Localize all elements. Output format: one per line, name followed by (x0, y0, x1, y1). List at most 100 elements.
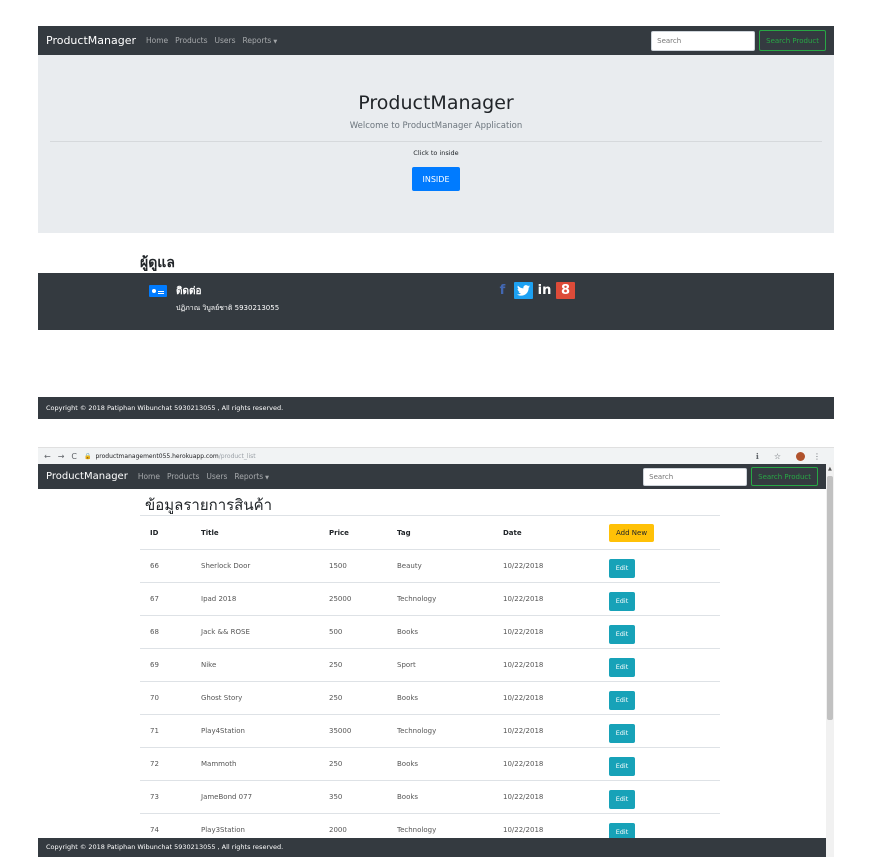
profile-avatar-icon[interactable] (796, 451, 805, 461)
cell-tag: Sport (387, 648, 493, 682)
nav-link-home[interactable]: Home (138, 472, 160, 481)
caret-down-icon: ▼ (273, 39, 278, 45)
cell-tag: Books (387, 780, 493, 814)
twitter-bird-glyph (517, 285, 530, 296)
contact-card-icon (149, 285, 167, 297)
edit-button[interactable]: Edit (609, 591, 635, 611)
table-header-row: ID Title Price Tag Date Add New (140, 515, 720, 550)
nav-link-reports[interactable]: Reports ▼ (234, 472, 269, 481)
contact-name: ปฏิภาณ วิบูลย์ชาติ 5930213055 (176, 304, 280, 312)
top-navbar: ProductManager Home Products Users Repor… (38, 26, 834, 55)
cell-id: 69 (140, 648, 191, 682)
cell-date: 10/22/2018 (493, 681, 599, 715)
cell-price: 1500 (319, 549, 387, 583)
copyright-bar: Copyright © 2018 Patiphan Wibunchat 5930… (38, 838, 826, 857)
edit-button[interactable]: Edit (609, 624, 635, 644)
scroll-up-arrow-icon[interactable]: ▲ (828, 466, 832, 472)
star-bookmark-icon[interactable]: ☆ (774, 452, 781, 461)
cell-tag: Technology (387, 582, 493, 616)
cell-price: 250 (319, 681, 387, 715)
cell-actions: Edit (599, 549, 720, 583)
nav-link-products[interactable]: Products (175, 36, 207, 45)
click-to-inside-text: Click to inside (413, 149, 459, 157)
cell-id: 73 (140, 780, 191, 814)
edit-button[interactable]: Edit (609, 690, 635, 710)
cell-title: Jack && ROSE (191, 615, 319, 649)
cell-tag: Books (387, 615, 493, 649)
table-row: 72 Mammoth 250 Books 10/22/2018 Edit (140, 747, 720, 781)
table-row: 69 Nike 250 Sport 10/22/2018 Edit (140, 648, 720, 682)
cell-actions: Edit (599, 615, 720, 649)
cell-actions: Edit (599, 681, 720, 715)
navbar-brand[interactable]: ProductManager (46, 471, 128, 482)
cell-id: 68 (140, 615, 191, 649)
scrollbar[interactable]: ▲ (826, 464, 834, 857)
product-table: ID Title Price Tag Date Add New 66 Sherlo… (140, 515, 720, 847)
cell-price: 500 (319, 615, 387, 649)
cell-tag: Beauty (387, 549, 493, 583)
cell-actions: Edit (599, 780, 720, 814)
edit-button[interactable]: Edit (609, 789, 635, 809)
header-price: Price (319, 515, 387, 550)
cell-date: 10/22/2018 (493, 747, 599, 781)
inside-button[interactable]: INSIDE (412, 167, 460, 191)
search-input[interactable] (651, 30, 756, 51)
cell-title: Mammoth (191, 747, 319, 781)
search-product-button[interactable]: Search Product (759, 30, 826, 51)
menu-dots-icon[interactable]: ⋮ (813, 452, 821, 461)
browser-actions: ℹ ☆ ⋮ (756, 451, 828, 461)
search-product-button[interactable]: Search Product (751, 467, 818, 486)
jumbotron-lead: Welcome to ProductManager Application (349, 121, 523, 131)
admin-heading: ผู้ดูแล (140, 255, 175, 271)
cell-tag: Books (387, 747, 493, 781)
nav-link-users[interactable]: Users (215, 36, 236, 45)
cell-tag: Technology (387, 714, 493, 748)
edit-button[interactable]: Edit (609, 558, 635, 578)
browser-address-bar: ← → C 🔒 productmanagement055.herokuapp.c… (38, 447, 834, 464)
url-field[interactable]: productmanagement055.herokuapp.com/produ… (95, 453, 255, 460)
cell-title: Ghost Story (191, 681, 319, 715)
cell-title: Play4Station (191, 714, 319, 748)
nav-link-products[interactable]: Products (167, 472, 199, 481)
header-title: Title (191, 515, 319, 550)
nav-link-users[interactable]: Users (206, 472, 227, 481)
back-arrow-icon[interactable]: ← (44, 452, 51, 461)
product-table-body: 66 Sherlock Door 1500 Beauty 10/22/2018 Edit 6… (140, 549, 720, 847)
cell-price: 35000 (319, 714, 387, 748)
search-input[interactable] (643, 467, 748, 486)
add-new-button[interactable]: Add New (609, 523, 655, 542)
scrollbar-thumb[interactable] (827, 476, 833, 720)
edit-button[interactable]: Edit (609, 723, 635, 743)
cell-date: 10/22/2018 (493, 780, 599, 814)
header-id: ID (140, 515, 191, 550)
jumbotron-title: ProductManager (358, 92, 514, 114)
reload-icon[interactable]: C (71, 452, 77, 461)
table-row: 73 JameBond 077 350 Books 10/22/2018 Edit (140, 780, 720, 814)
table-row: 67 Ipad 2018 25000 Technology 10/22/2018 Edit (140, 582, 720, 616)
google-plus-icon[interactable]: 8 (556, 282, 575, 299)
cell-id: 66 (140, 549, 191, 583)
url-host: productmanagement055.herokuapp.com (95, 452, 219, 460)
forward-arrow-icon[interactable]: → (58, 452, 65, 461)
header-tag: Tag (387, 515, 493, 550)
facebook-icon[interactable]: f (493, 282, 512, 299)
cell-date: 10/22/2018 (493, 648, 599, 682)
copyright-bar: Copyright © 2018 Patiphan Wibunchat 5930… (38, 397, 834, 419)
list-navbar: ProductManager Home Products Users Repor… (38, 464, 826, 489)
nav-link-reports[interactable]: Reports ▼ (243, 36, 278, 45)
translate-icon[interactable]: ℹ (756, 452, 759, 461)
cell-price: 350 (319, 780, 387, 814)
edit-button[interactable]: Edit (609, 756, 635, 776)
jumbotron: ProductManager Welcome to ProductManager… (38, 55, 834, 233)
cell-tag: Books (387, 681, 493, 715)
cell-id: 71 (140, 714, 191, 748)
cell-date: 10/22/2018 (493, 582, 599, 616)
table-row: 66 Sherlock Door 1500 Beauty 10/22/2018 Edit (140, 549, 720, 583)
linkedin-icon[interactable]: in (535, 282, 554, 299)
cell-actions: Edit (599, 648, 720, 682)
twitter-icon[interactable] (514, 282, 533, 299)
navbar-brand[interactable]: ProductManager (46, 34, 136, 47)
nav-link-home[interactable]: Home (146, 36, 168, 45)
cell-title: Sherlock Door (191, 549, 319, 583)
edit-button[interactable]: Edit (609, 657, 635, 677)
